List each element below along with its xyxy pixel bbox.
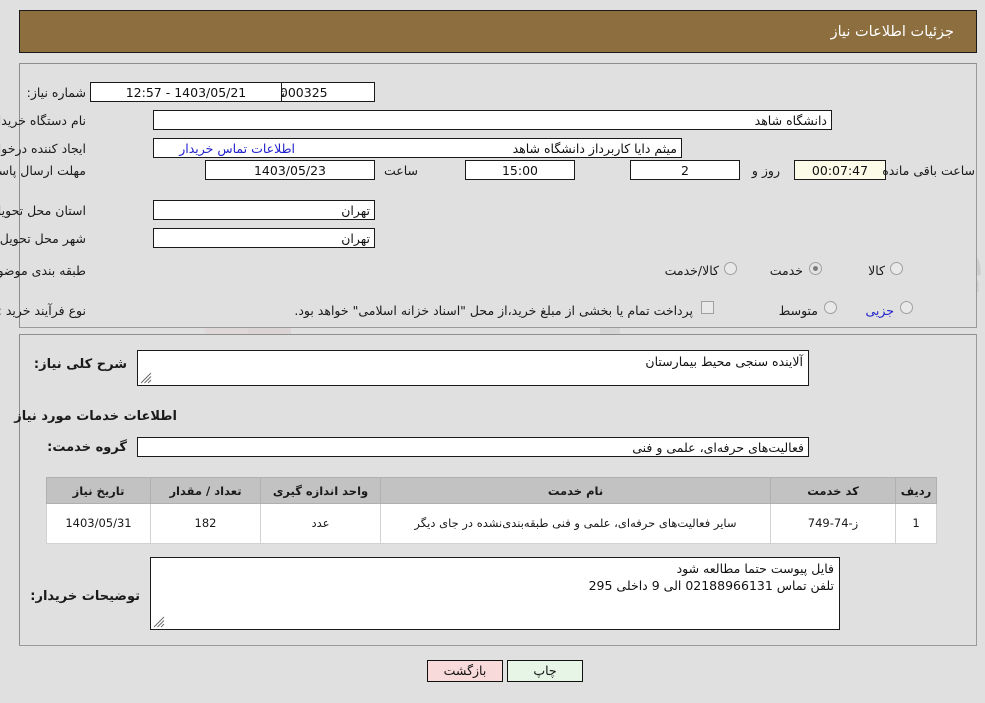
buyer-notes-line-1: فایل پیوست حتما مطالعه شود: [676, 561, 834, 576]
announce-datetime-value: 1403/05/21 - 12:57: [90, 82, 282, 102]
radio-label-category-kala[interactable]: کالا: [868, 263, 885, 278]
label-buyer-org: نام دستگاه خریدار:: [0, 113, 86, 128]
radio-category-khedmat[interactable]: [809, 262, 822, 275]
radio-purchase-motevaset[interactable]: [824, 301, 837, 314]
page-header: جزئیات اطلاعات نیاز: [19, 10, 977, 53]
province-value: تهران: [153, 200, 375, 220]
radio-label-category-kala-khedmat[interactable]: کالا/خدمت: [665, 263, 719, 278]
label-requester: ایجاد کننده درخواست:: [0, 141, 86, 156]
radio-label-purchase-motevaset[interactable]: متوسط: [779, 303, 818, 318]
label-city: شهر محل تحویل:: [0, 231, 86, 246]
countdown-value: 00:07:47: [794, 160, 886, 180]
label-deadline: مهلت ارسال پاسخ: تا تاریخ:: [0, 163, 86, 179]
label-deadline-hour: ساعت: [383, 163, 418, 178]
cell-date: 1403/05/31: [46, 503, 151, 544]
need-info-panel: [19, 63, 977, 328]
deadline-date-value: 1403/05/23: [205, 160, 375, 180]
buyer-notes-textarea[interactable]: فایل پیوست حتما مطالعه شود تلفن تماس 021…: [150, 557, 840, 630]
column-header-unit: واحد اندازه گیری: [260, 477, 381, 504]
column-header-qty: تعداد / مقدار: [150, 477, 261, 504]
label-countdown-suffix: ساعت باقی مانده: [882, 163, 975, 178]
radio-label-purchase-jozii[interactable]: جزیی: [865, 303, 894, 318]
radio-label-category-khedmat[interactable]: خدمت: [770, 263, 803, 278]
table-header-row: ردیف کد خدمت نام خدمت واحد اندازه گیری ت…: [46, 477, 937, 504]
city-value: تهران: [153, 228, 375, 248]
resize-grip-icon[interactable]: [153, 616, 165, 628]
purchase-type-note: پرداخت تمام یا بخشی از مبلغ خرید،از محل …: [294, 303, 693, 318]
column-header-code: کد خدمت: [770, 477, 896, 504]
need-summary-textarea[interactable]: آلاینده سنجی محیط بیمارستان: [137, 350, 809, 386]
services-heading: اطلاعات خدمات مورد نیاز: [14, 409, 177, 424]
label-category: طبقه بندی موضوعی:: [0, 263, 86, 278]
buyer-org-value: دانشگاه شاهد: [153, 110, 832, 130]
radio-purchase-jozii[interactable]: [900, 301, 913, 314]
buyer-contact-link[interactable]: اطلاعات تماس خریدار: [179, 141, 295, 156]
radio-category-kala-khedmat[interactable]: [724, 262, 737, 275]
label-buyer-notes: توضیحات خریدار:: [30, 589, 140, 604]
cell-qty: 182: [150, 503, 261, 544]
deadline-hour-value: 15:00: [465, 160, 575, 180]
label-need-summary: شرح کلی نیاز:: [33, 357, 127, 372]
back-button[interactable]: بازگشت: [427, 660, 503, 682]
page-title: جزئیات اطلاعات نیاز: [830, 23, 954, 40]
label-days-suffix: روز و: [751, 163, 780, 178]
print-button[interactable]: چاپ: [507, 660, 583, 682]
cell-row-no: 1: [895, 503, 937, 544]
resize-grip-icon[interactable]: [140, 372, 152, 384]
cell-name: سایر فعالیت‌های حرفه‌ای، علمی و فنی طبقه…: [380, 503, 771, 544]
cell-code: ز-74-749: [770, 503, 896, 544]
column-header-date: تاریخ نیاز: [46, 477, 151, 504]
deadline-days-value: 2: [630, 160, 740, 180]
label-need-number: شماره نیاز:: [26, 85, 86, 100]
checkbox-islamic-treasury-docs[interactable]: [701, 301, 714, 314]
radio-category-kala[interactable]: [890, 262, 903, 275]
label-service-group: گروه خدمت:: [47, 440, 127, 455]
services-table: ردیف کد خدمت نام خدمت واحد اندازه گیری ت…: [46, 477, 937, 544]
label-province: استان محل تحویل:: [0, 203, 86, 218]
column-header-row-no: ردیف: [895, 477, 937, 504]
table-row: 1 ز-74-749 سایر فعالیت‌های حرفه‌ای، علمی…: [46, 503, 937, 544]
label-deadline-text: مهلت ارسال پاسخ: تا تاریخ:: [0, 163, 86, 178]
label-purchase-type: نوع فرآیند خرید :: [0, 303, 86, 318]
column-header-name: نام خدمت: [380, 477, 771, 504]
service-group-value: فعالیت‌های حرفه‌ای، علمی و فنی: [137, 437, 809, 457]
need-summary-value: آلاینده سنجی محیط بیمارستان: [645, 354, 803, 369]
cell-unit: عدد: [260, 503, 381, 544]
buyer-notes-line-2: تلفن تماس 02188966131 الی 9 داخلی 295: [588, 578, 834, 593]
